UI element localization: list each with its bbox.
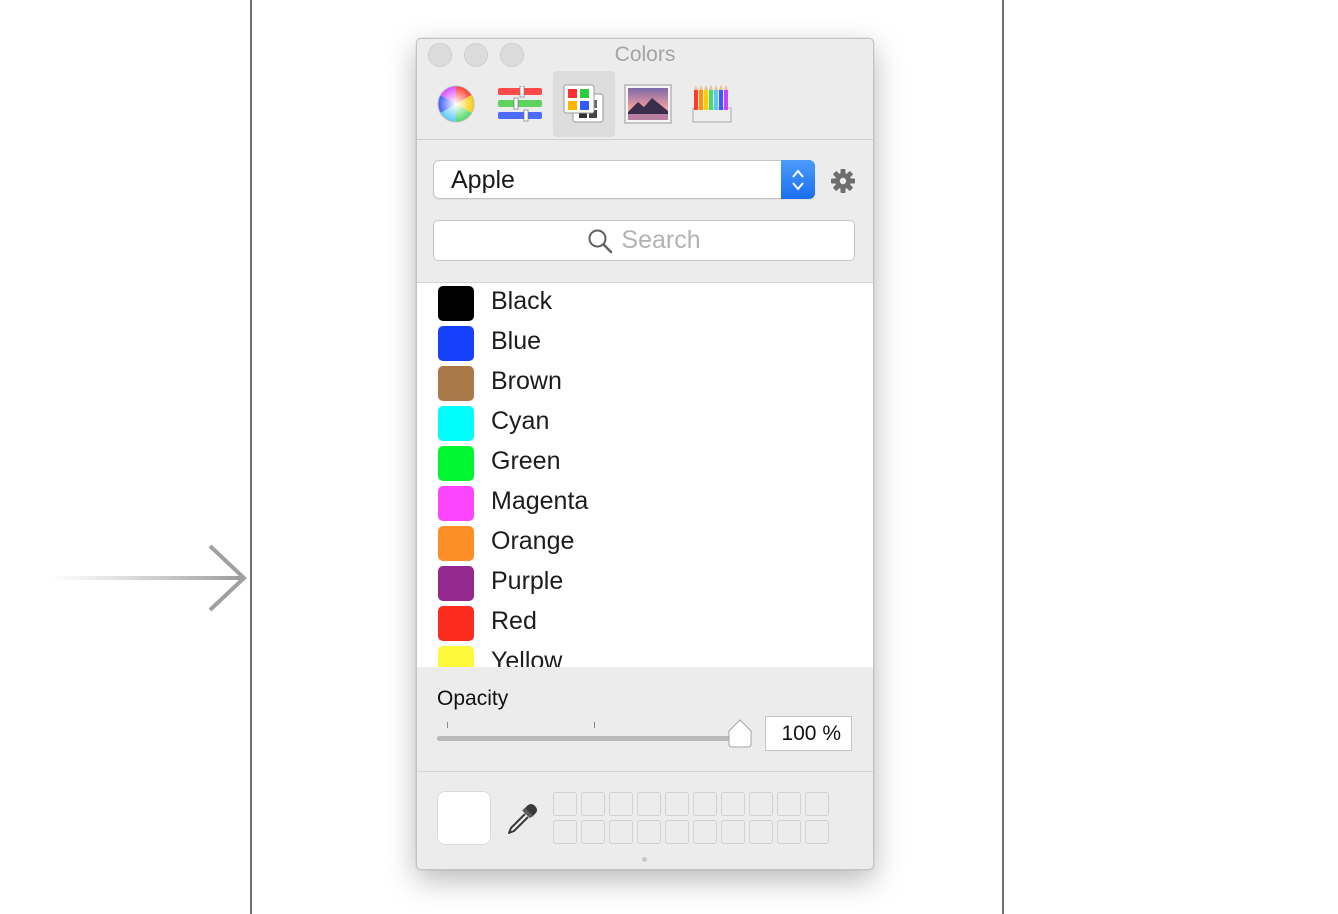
list-item[interactable]: Green (417, 443, 873, 483)
color-swatch (438, 326, 474, 361)
arrow-right-icon (50, 544, 247, 612)
list-item[interactable]: Purple (417, 563, 873, 603)
palette-popup-label: Apple (451, 166, 515, 194)
swatch-slot[interactable] (665, 792, 689, 816)
tab-color-wheel[interactable] (425, 71, 487, 137)
color-swatch (438, 286, 474, 321)
swatch-slot[interactable] (749, 820, 773, 844)
title-bar[interactable]: Colors (417, 39, 873, 140)
current-color-well[interactable] (437, 791, 491, 845)
color-palettes-icon (563, 84, 604, 123)
color-label: Brown (491, 367, 562, 395)
list-item[interactable]: Orange (417, 523, 873, 563)
opacity-value-field[interactable]: 100 % (765, 716, 852, 751)
tab-pencils[interactable] (681, 71, 743, 137)
resize-handle[interactable] (642, 857, 647, 862)
opacity-slider-thumb[interactable] (727, 719, 753, 749)
swatch-slot[interactable] (777, 792, 801, 816)
tab-color-sliders[interactable] (489, 71, 551, 137)
list-item[interactable]: Cyan (417, 403, 873, 443)
swatch-slot[interactable] (553, 792, 577, 816)
pencils-icon (692, 85, 732, 123)
list-item[interactable]: Black (417, 283, 873, 323)
swatch-slot[interactable] (805, 792, 829, 816)
right-guide-line (1002, 0, 1004, 914)
color-label: Magenta (491, 487, 589, 515)
swatch-slots (553, 792, 833, 846)
color-label: Cyan (491, 407, 550, 435)
color-swatch (438, 606, 474, 641)
eyedropper-icon[interactable] (505, 802, 539, 836)
color-label: Black (491, 287, 553, 315)
color-swatch (438, 366, 474, 401)
swatch-slot[interactable] (637, 820, 661, 844)
color-label: Purple (491, 567, 564, 595)
opacity-slider[interactable] (437, 736, 741, 741)
gear-icon[interactable] (830, 168, 856, 194)
swatch-slot[interactable] (693, 820, 717, 844)
color-list[interactable]: Black Blue Brown Cyan Green Magenta Oran… (417, 282, 873, 668)
color-wheel-icon (437, 85, 475, 123)
color-label: Green (491, 447, 561, 475)
list-item[interactable]: Magenta (417, 483, 873, 523)
swatch-slot[interactable] (609, 792, 633, 816)
window-title: Colors (614, 43, 676, 66)
tab-color-palettes[interactable] (553, 71, 615, 137)
swatch-slot[interactable] (581, 792, 605, 816)
swatch-slot[interactable] (665, 820, 689, 844)
list-item[interactable]: Red (417, 603, 873, 643)
swatch-slot[interactable] (749, 792, 773, 816)
search-field[interactable]: Search (433, 220, 855, 261)
color-label: Orange (491, 527, 575, 555)
tab-image-palettes[interactable] (617, 71, 679, 137)
colors-panel: Colors Apple Search Black Blue Brown Cya… (416, 38, 874, 870)
swatch-slot[interactable] (637, 792, 661, 816)
image-palettes-icon (624, 84, 672, 124)
color-label: Blue (491, 327, 542, 355)
swatch-slot[interactable] (581, 820, 605, 844)
swatch-slot[interactable] (721, 820, 745, 844)
color-swatch (438, 566, 474, 601)
opacity-section: Opacity 100 % (417, 667, 873, 772)
list-item[interactable]: Yellow (417, 643, 873, 668)
swatch-slot[interactable] (693, 792, 717, 816)
slider-tick (594, 722, 595, 728)
left-guide-line (250, 0, 252, 914)
color-swatch (438, 646, 474, 668)
color-label: Yellow (491, 647, 563, 668)
color-swatch (438, 486, 474, 521)
palette-popup[interactable]: Apple (433, 160, 815, 199)
color-swatch (438, 446, 474, 481)
color-label: Red (491, 607, 537, 635)
color-swatch (438, 526, 474, 561)
swatch-slot[interactable] (609, 820, 633, 844)
color-swatch (438, 406, 474, 441)
swatch-slot[interactable] (553, 820, 577, 844)
swatch-slot[interactable] (777, 820, 801, 844)
opacity-label: Opacity (437, 687, 509, 710)
list-item[interactable]: Blue (417, 323, 873, 363)
list-item[interactable]: Brown (417, 363, 873, 403)
search-placeholder: Search (621, 226, 701, 254)
swatch-slot[interactable] (721, 792, 745, 816)
popup-arrows-icon (781, 160, 815, 199)
swatch-slot[interactable] (805, 820, 829, 844)
color-sliders-icon (498, 86, 542, 122)
slider-tick (447, 722, 448, 728)
search-icon (588, 229, 613, 253)
